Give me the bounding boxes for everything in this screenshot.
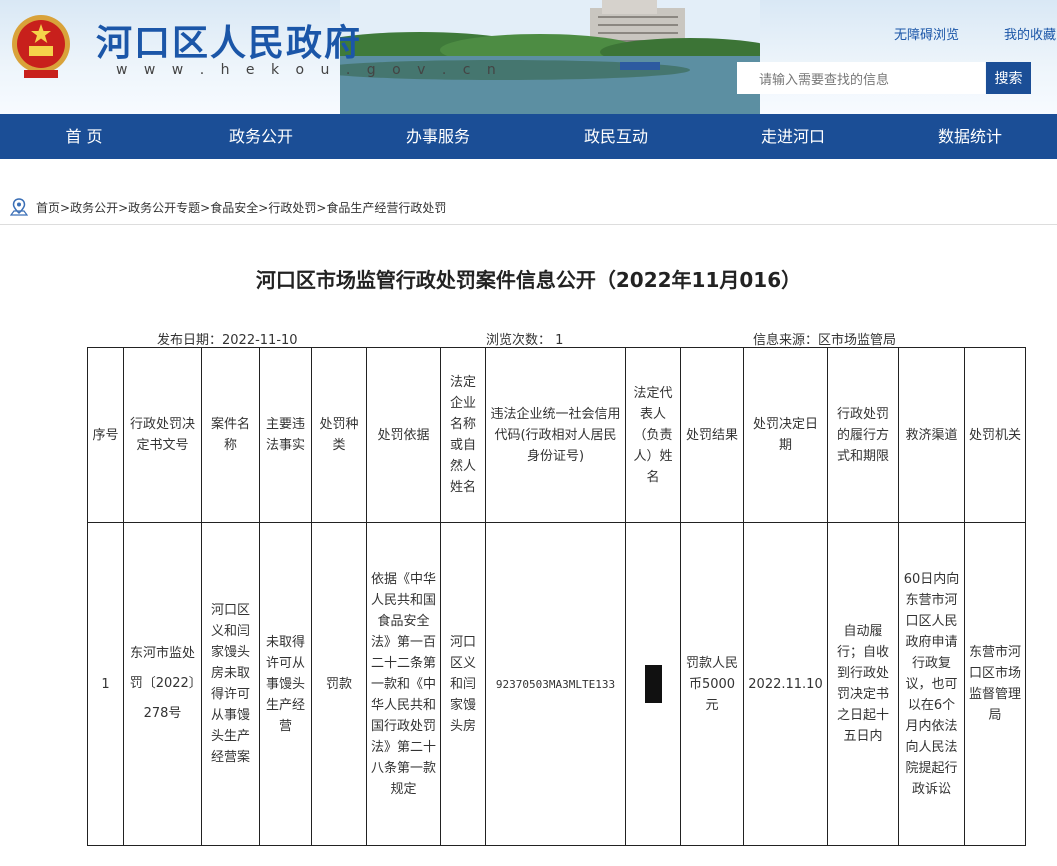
column-header: 法定代表人（负责人）姓名 [625,347,681,523]
column-header: 处罚依据 [366,347,441,523]
search-input[interactable]: 请输入需要查找的信息 [737,62,985,94]
cell-date: 2022.11.10 [743,522,828,846]
column-header: 处罚机关 [964,347,1026,523]
column-header: 处罚结果 [680,347,744,523]
favorites-link[interactable]: 我的收藏 [1004,24,1056,43]
publish-date: 发布日期：2022-11-10 [157,333,298,348]
penalty-case-table: 序号 行政处罚决定书文号 案件名称 主要违法事实 处罚种类 处罚依据 法定企业名… [87,347,1026,846]
column-header: 主要违法事实 [259,347,312,523]
breadcrumb-separator: > [118,201,129,215]
view-count: 浏览次数： 1 [486,333,564,348]
info-source: 信息来源：区市场监管局 [753,333,897,348]
column-header: 救济渠道 [898,347,965,523]
site-title[interactable]: 河口区人民政府 [96,14,362,66]
cell-credit-code: 92370503MA3MLTE133 [485,522,626,846]
search-button[interactable]: 搜索 [986,62,1031,94]
cell-case-name: 河口区义和闫家馒头房未取得许可从事馒头生产经营案 [201,522,260,846]
breadcrumb-trail: 首页>政务公开>政务公开专题>食品安全>行政处罚>食品生产经营行政处罚 [36,199,446,216]
breadcrumb-link[interactable]: 食品生产经营行政处罚 [326,201,446,215]
national-emblem-icon [12,15,70,78]
cell-basis: 依据《中华人民共和国食品安全法》第一百二十二条第一款和《中华人民共和国行政处罚法… [366,522,441,846]
page-title: 河口区市场监管行政处罚案件信息公开（2022年11月016） [255,268,802,292]
nav-item-statistics[interactable]: 数据统计 [910,114,1030,159]
column-header: 处罚决定日期 [743,347,828,523]
site-url: w w w . h e k o u . g o v . c n [116,62,502,78]
table-header-row: 序号 行政处罚决定书文号 案件名称 主要违法事实 处罚种类 处罚依据 法定企业名… [87,347,1026,523]
redacted-name-block [644,665,662,703]
breadcrumb-separator: > [60,201,71,215]
accessibility-link[interactable]: 无障碍浏览 [894,24,959,43]
cell-penalty-type: 罚款 [311,522,367,846]
breadcrumb: 首页>政务公开>政务公开专题>食品安全>行政处罚>食品生产经营行政处罚 [0,190,1057,225]
breadcrumb-separator: > [200,201,211,215]
cell-authority: 东营市河口区市场监督管理局 [964,522,1026,846]
cell-facts: 未取得许可从事馒头生产经营 [259,522,312,846]
site-header: 河口区人民政府 w w w . h e k o u . g o v . c n … [0,0,1057,114]
column-header: 违法企业统一社会信用代码(行政相对人居民身份证号) [485,347,626,523]
breadcrumb-separator: > [258,201,269,215]
breadcrumb-link[interactable]: 政务公开专题 [128,201,200,215]
column-header: 序号 [87,347,124,523]
cell-execution: 自动履行；自收到行政处罚决定书之日起十五日内 [827,522,899,846]
breadcrumb-link[interactable]: 政务公开 [70,201,118,215]
column-header: 行政处罚决定书文号 [123,347,202,523]
nav-item-gov-affairs[interactable]: 政务公开 [201,114,321,159]
nav-item-about[interactable]: 走进河口 [733,114,853,159]
column-header: 法定企业名称或自然人姓名 [440,347,486,523]
location-icon [10,198,28,216]
nav-item-services[interactable]: 办事服务 [378,114,498,159]
main-nav: 首 页 政务公开 办事服务 政民互动 走进河口 数据统计 [0,114,1057,159]
cell-doc-number: 东河市监处罚〔2022〕278号 [123,522,202,846]
cell-index: 1 [87,522,124,846]
cell-result: 罚款人民币5000元 [680,522,744,846]
column-header: 处罚种类 [311,347,367,523]
breadcrumb-link[interactable]: 食品安全 [210,201,258,215]
column-header: 案件名称 [201,347,260,523]
table-row: 1 东河市监处罚〔2022〕278号 河口区义和闫家馒头房未取得许可从事馒头生产… [87,522,1026,846]
column-header: 行政处罚的履行方式和期限 [827,347,899,523]
breadcrumb-separator: > [316,201,327,215]
cell-entity: 河口区义和闫家馒头房 [440,522,486,846]
breadcrumb-link[interactable]: 行政处罚 [268,201,316,215]
cell-legal-rep [625,522,681,846]
nav-item-home[interactable]: 首 页 [24,114,144,159]
nav-item-interaction[interactable]: 政民互动 [556,114,676,159]
breadcrumb-link[interactable]: 首页 [36,201,60,215]
cell-remedy: 60日内向东营市河口区人民政府申请行政复议，也可以在6个月内依法向人民法院提起行… [898,522,965,846]
landscape-banner-image [340,0,760,114]
